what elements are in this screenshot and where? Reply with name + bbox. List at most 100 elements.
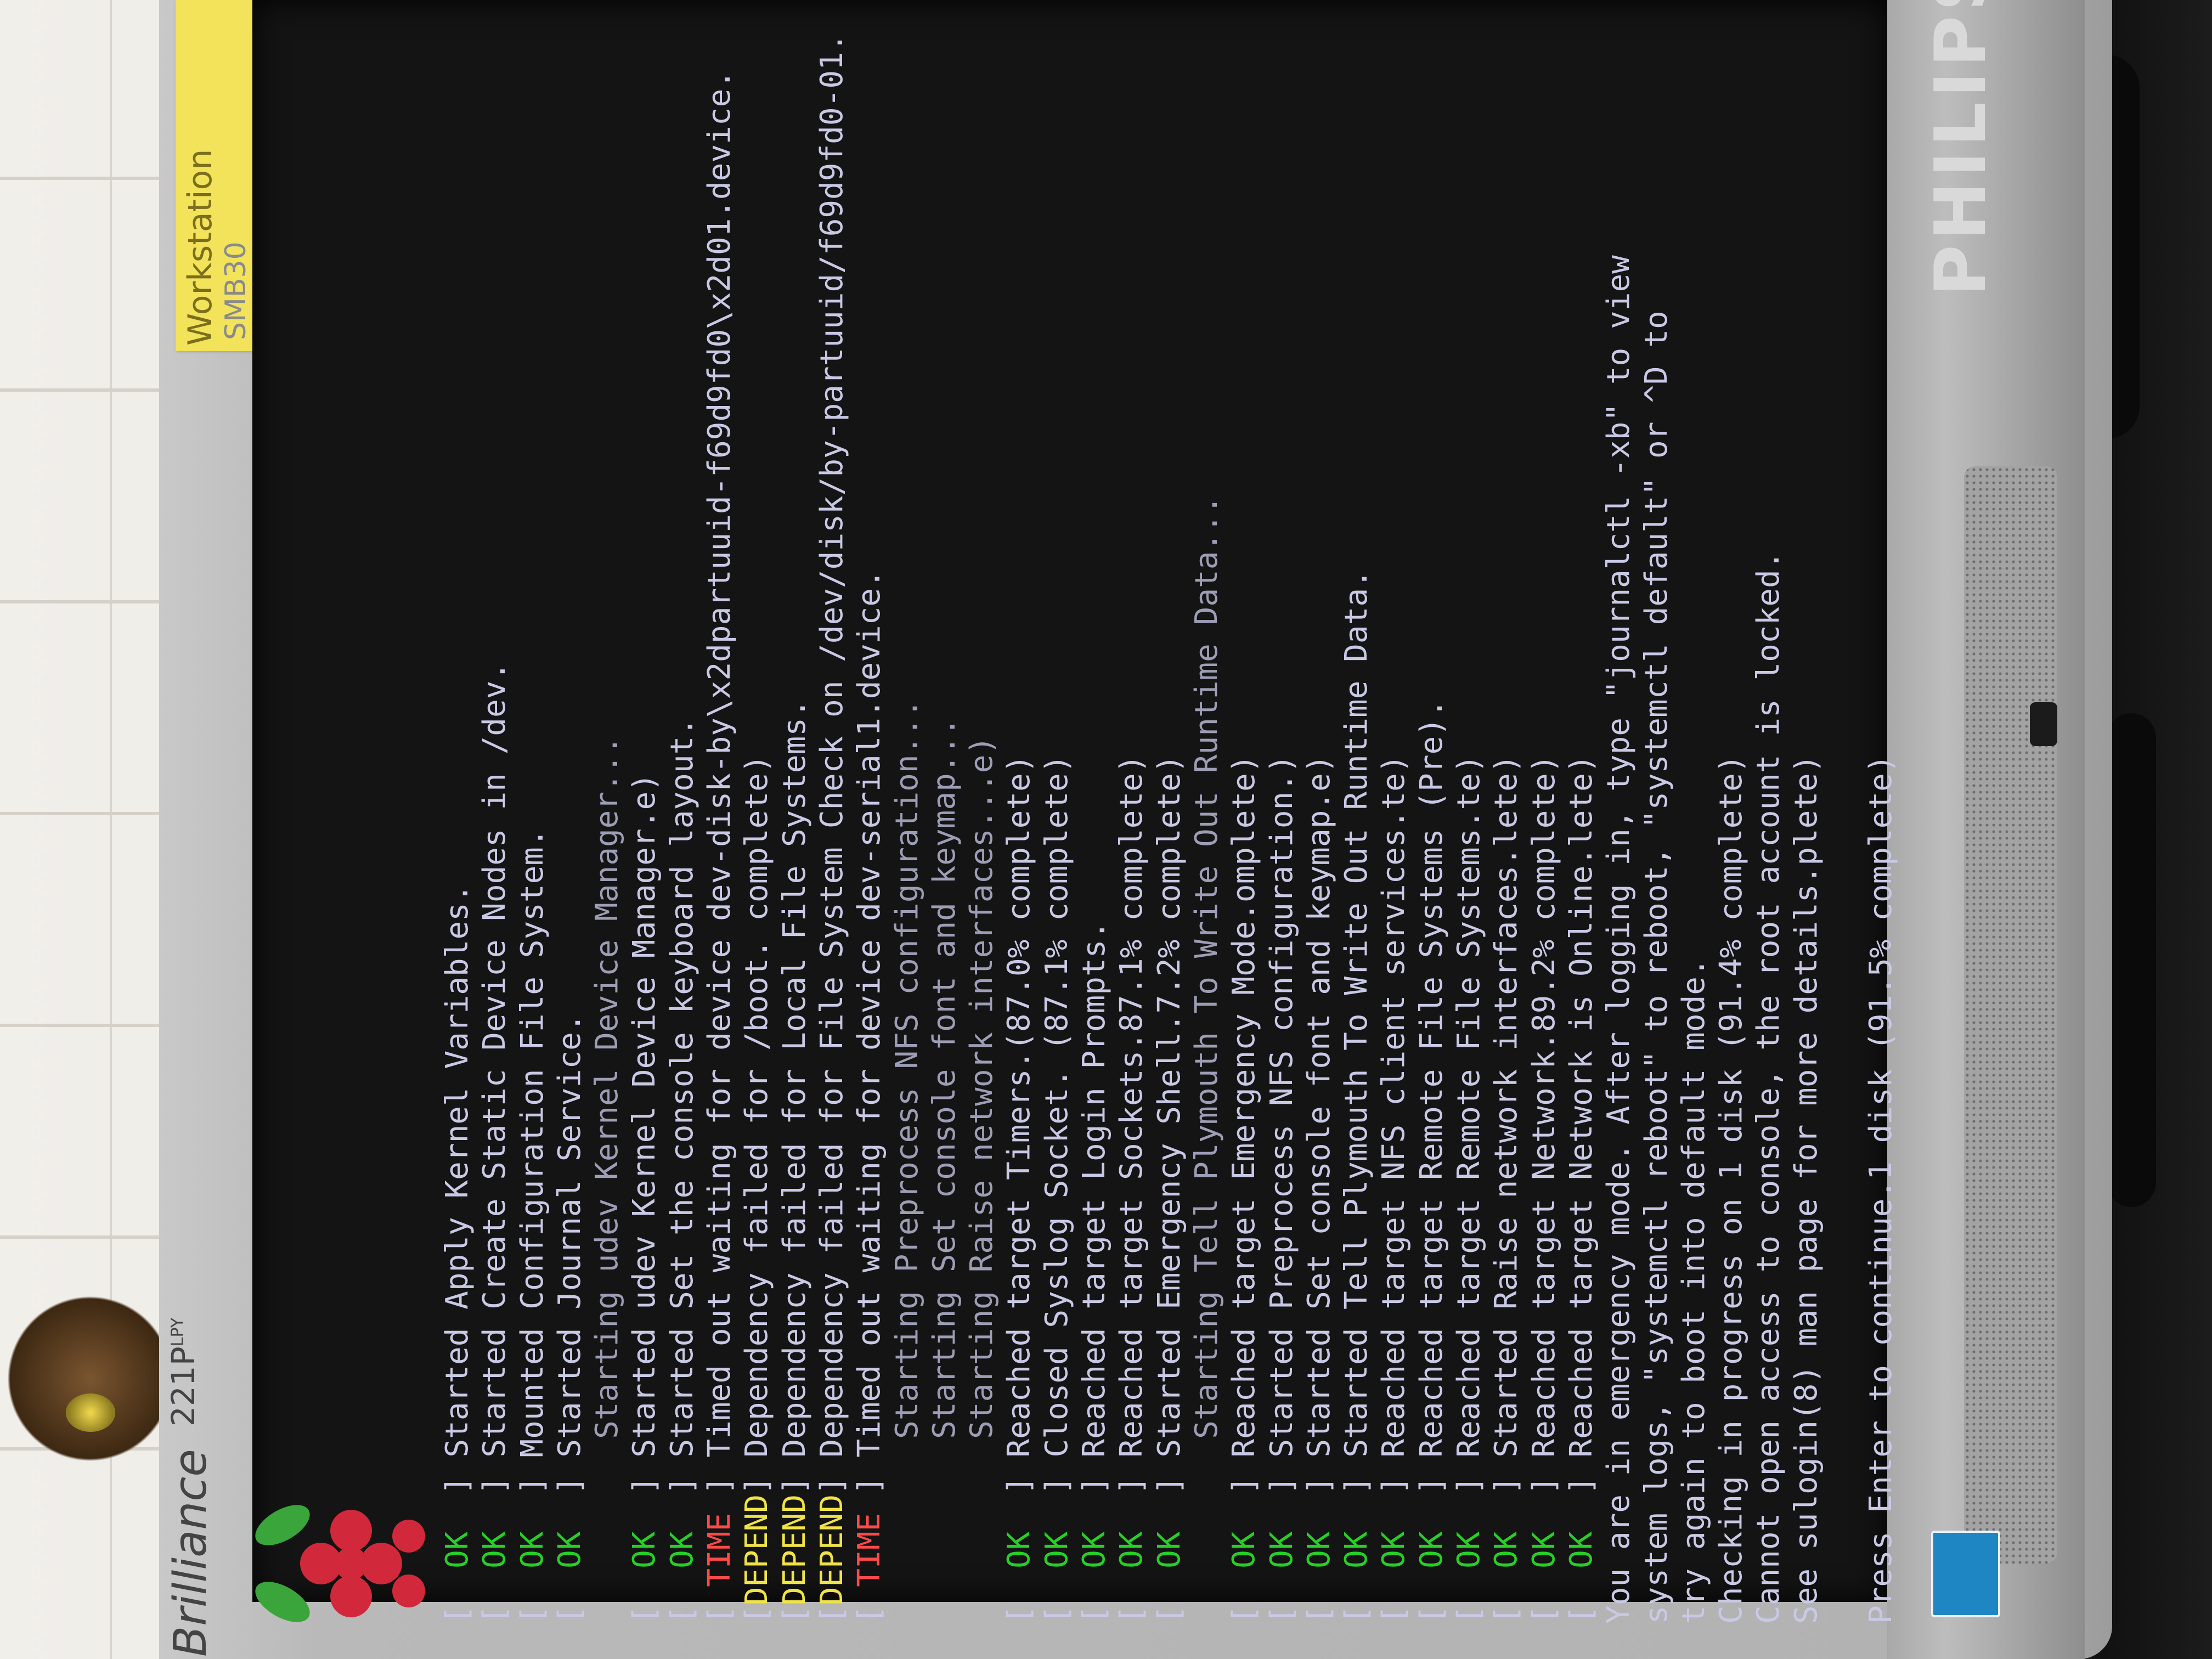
console-line: [ OK ] Closed Syslog Socket. (87.1% comp… bbox=[1039, 110, 1076, 1624]
console-message: Reached target Login Prompts. bbox=[1076, 921, 1113, 1476]
sticky-note-text-2: SMB30 bbox=[219, 241, 252, 340]
console-message: Reached target Remote File Systems.te) bbox=[1451, 754, 1487, 1476]
console-message: Started Raise network interfaces.lete) bbox=[1488, 754, 1525, 1476]
status-tag: [DEPEND] bbox=[814, 1476, 850, 1624]
console-line: Starting Raise network interfaces...e) bbox=[963, 110, 1001, 1624]
console-line: [DEPEND] Dependency failed for /boot. co… bbox=[738, 110, 776, 1624]
brand-name: Brilliance bbox=[165, 1449, 217, 1657]
console-message: Starting udev Kernel Device Manager... bbox=[589, 736, 625, 1476]
status-tag: [ OK ] bbox=[514, 1476, 550, 1624]
console-message: Reached target Emergency Mode.omplete) bbox=[1226, 754, 1262, 1476]
console-line: [ OK ] Started Emergency Shell.7.2% comp… bbox=[1151, 110, 1188, 1624]
console-message: Reached target Sockets.87.1% complete) bbox=[1114, 754, 1150, 1476]
console-message: Started Set console font and keymap.e) bbox=[1301, 754, 1337, 1476]
console-line: Starting Tell Plymouth To Write Out Runt… bbox=[1188, 110, 1226, 1624]
console-message: Started Create Static Device Nodes in /d… bbox=[477, 662, 513, 1476]
console-message: Timed out waiting for device dev-serial1… bbox=[851, 569, 888, 1476]
console-line: [ OK ] Started Apply Kernel Variables. bbox=[439, 110, 476, 1624]
console-line: [ OK ] Started Journal Service. bbox=[551, 110, 589, 1624]
console-line: [ OK ] Started Preprocess NFS configurat… bbox=[1263, 110, 1301, 1624]
console-line: [ OK ] Started Tell Plymouth To Write Ou… bbox=[1338, 110, 1375, 1624]
status-tag: [ TIME ] bbox=[702, 1476, 738, 1624]
status-tag: [DEPEND] bbox=[739, 1476, 775, 1624]
console-message: Closed Syslog Socket. (87.1% complete) bbox=[1039, 754, 1075, 1476]
status-tag: [ OK ] bbox=[1376, 1476, 1412, 1624]
status-tag: [ OK ] bbox=[1114, 1476, 1150, 1624]
console-message: Reached target NFS client services.te) bbox=[1376, 754, 1412, 1476]
console-line: [ TIME ] Timed out waiting for device de… bbox=[851, 110, 888, 1624]
status-tag: [ OK ] bbox=[664, 1476, 700, 1624]
console-line: [ OK ] Reached target Network.89.2% comp… bbox=[1526, 110, 1563, 1624]
console-message: Started Journal Service. bbox=[551, 1013, 588, 1476]
console-message: Reached target Remote File Systems (Pre)… bbox=[1413, 699, 1449, 1476]
model-label: 221PLPY bbox=[165, 1318, 202, 1426]
status-tag: [ OK ] bbox=[551, 1476, 588, 1624]
plush-toy-eye bbox=[66, 1393, 115, 1432]
cable bbox=[2107, 713, 2156, 1207]
console-line: [ OK ] Reached target NFS client service… bbox=[1375, 110, 1413, 1624]
console-message: Started udev Kernel Device Manager.e) bbox=[627, 773, 663, 1476]
console-line: [DEPEND] Dependency failed for Local Fil… bbox=[776, 110, 814, 1624]
console-line: Starting Preprocess NFS configuration... bbox=[889, 110, 926, 1624]
console-message: Reached target Network.89.2% complete) bbox=[1526, 754, 1562, 1476]
status-tag: [ TIME ] bbox=[851, 1476, 888, 1624]
console-line: [ OK ] Reached target Timers.(87.0% comp… bbox=[1001, 110, 1038, 1624]
console-footer-line: system logs, "systemctl reboot" to reboo… bbox=[1638, 311, 1674, 1624]
brand-label: Brilliance bbox=[165, 1449, 217, 1657]
status-tag: [ OK ] bbox=[1001, 1476, 1037, 1624]
status-tag: [ OK ] bbox=[1563, 1476, 1599, 1624]
console-message: Starting Set console font and keymap... bbox=[926, 717, 962, 1476]
speaker-grille bbox=[1964, 466, 2057, 1564]
model-suffix: LPY bbox=[168, 1317, 188, 1347]
console-line: [ TIME ] Timed out waiting for device de… bbox=[701, 70, 738, 1624]
console-message: Dependency failed for File System Check … bbox=[814, 33, 850, 1476]
status-tag: [DEPEND] bbox=[776, 1476, 812, 1624]
philips-logo: PHILIPS bbox=[1920, 0, 2002, 296]
power-button[interactable] bbox=[2030, 702, 2057, 746]
boot-console: [ OK ] Started Apply Kernel Variables.[ … bbox=[439, 33, 1900, 1624]
model-number: 221P bbox=[165, 1346, 202, 1426]
console-line: [ OK ] Reached target Remote File System… bbox=[1413, 110, 1451, 1624]
console-message: Dependency failed for Local File Systems… bbox=[776, 699, 812, 1476]
status-tag: [ OK ] bbox=[1039, 1476, 1075, 1624]
console-line: [ OK ] Started Create Static Device Node… bbox=[476, 110, 514, 1624]
console-footer-line bbox=[1825, 110, 1863, 1624]
console-line: [ OK ] Reached target Login Prompts. bbox=[1076, 110, 1113, 1624]
status-tag: [ OK ] bbox=[1339, 1476, 1375, 1624]
status-tag: [ OK ] bbox=[1263, 1476, 1300, 1624]
console-message: Starting Preprocess NFS configuration... bbox=[889, 699, 925, 1476]
console-line: [ OK ] Reached target Sockets.87.1% comp… bbox=[1113, 110, 1150, 1624]
console-footer-line: See sulogin(8) man page for more details… bbox=[1788, 754, 1824, 1624]
console-message: Reached target Timers.(87.0% complete) bbox=[1001, 754, 1037, 1476]
console-line: [ OK ] Reached target Network is Online.… bbox=[1563, 110, 1600, 1624]
console-message: Mounted Configuration File System. bbox=[514, 828, 550, 1476]
console-line: [ OK ] Mounted Configuration File System… bbox=[514, 110, 551, 1624]
console-line: [ OK ] Started Set console font and keym… bbox=[1301, 110, 1338, 1624]
console-message: Starting Raise network interfaces...e) bbox=[964, 736, 1000, 1476]
energy-star-logo bbox=[1931, 1531, 2000, 1617]
console-line: Starting Set console font and keymap... bbox=[926, 110, 963, 1624]
status-tag: [ OK ] bbox=[1413, 1476, 1449, 1624]
console-line: [ OK ] Started udev Kernel Device Manage… bbox=[626, 110, 663, 1624]
status-tag: [ OK ] bbox=[1526, 1476, 1562, 1624]
status-tag: [ OK ] bbox=[1451, 1476, 1487, 1624]
console-line: [ OK ] Started Raise network interfaces.… bbox=[1488, 110, 1525, 1624]
sticky-note-text: Workstation bbox=[181, 149, 219, 346]
console-message: Dependency failed for /boot. complete) bbox=[739, 754, 775, 1476]
status-tag: [ OK ] bbox=[1301, 1476, 1337, 1624]
console-message: Starting Tell Plymouth To Write Out Runt… bbox=[1188, 495, 1224, 1476]
press-enter-prompt[interactable]: Press Enter to continue.1 disk (91.5% co… bbox=[1863, 110, 1900, 1624]
console-message: Started Emergency Shell.7.2% complete) bbox=[1151, 754, 1187, 1476]
console-line: [DEPEND] Dependency failed for File Syst… bbox=[814, 33, 851, 1624]
console-message: Started Set the console keyboard layout. bbox=[664, 717, 700, 1476]
console-footer-line: Cannot open access to console, the root … bbox=[1751, 551, 1787, 1624]
console-line: Starting udev Kernel Device Manager... bbox=[589, 110, 626, 1624]
console-message: Started Tell Plymouth To Write Out Runti… bbox=[1339, 569, 1375, 1476]
console-message: Reached target Network is Online.lete) bbox=[1563, 754, 1599, 1476]
status-tag: [ OK ] bbox=[477, 1476, 513, 1624]
status-tag: [ OK ] bbox=[1488, 1476, 1525, 1624]
status-tag: [ OK ] bbox=[1151, 1476, 1187, 1624]
console-footer-line: You are in emergency mode. After logging… bbox=[1601, 255, 1637, 1624]
console-line: [ OK ] Started Set the console keyboard … bbox=[664, 110, 701, 1624]
console-message: Started Apply Kernel Variables. bbox=[439, 884, 475, 1476]
